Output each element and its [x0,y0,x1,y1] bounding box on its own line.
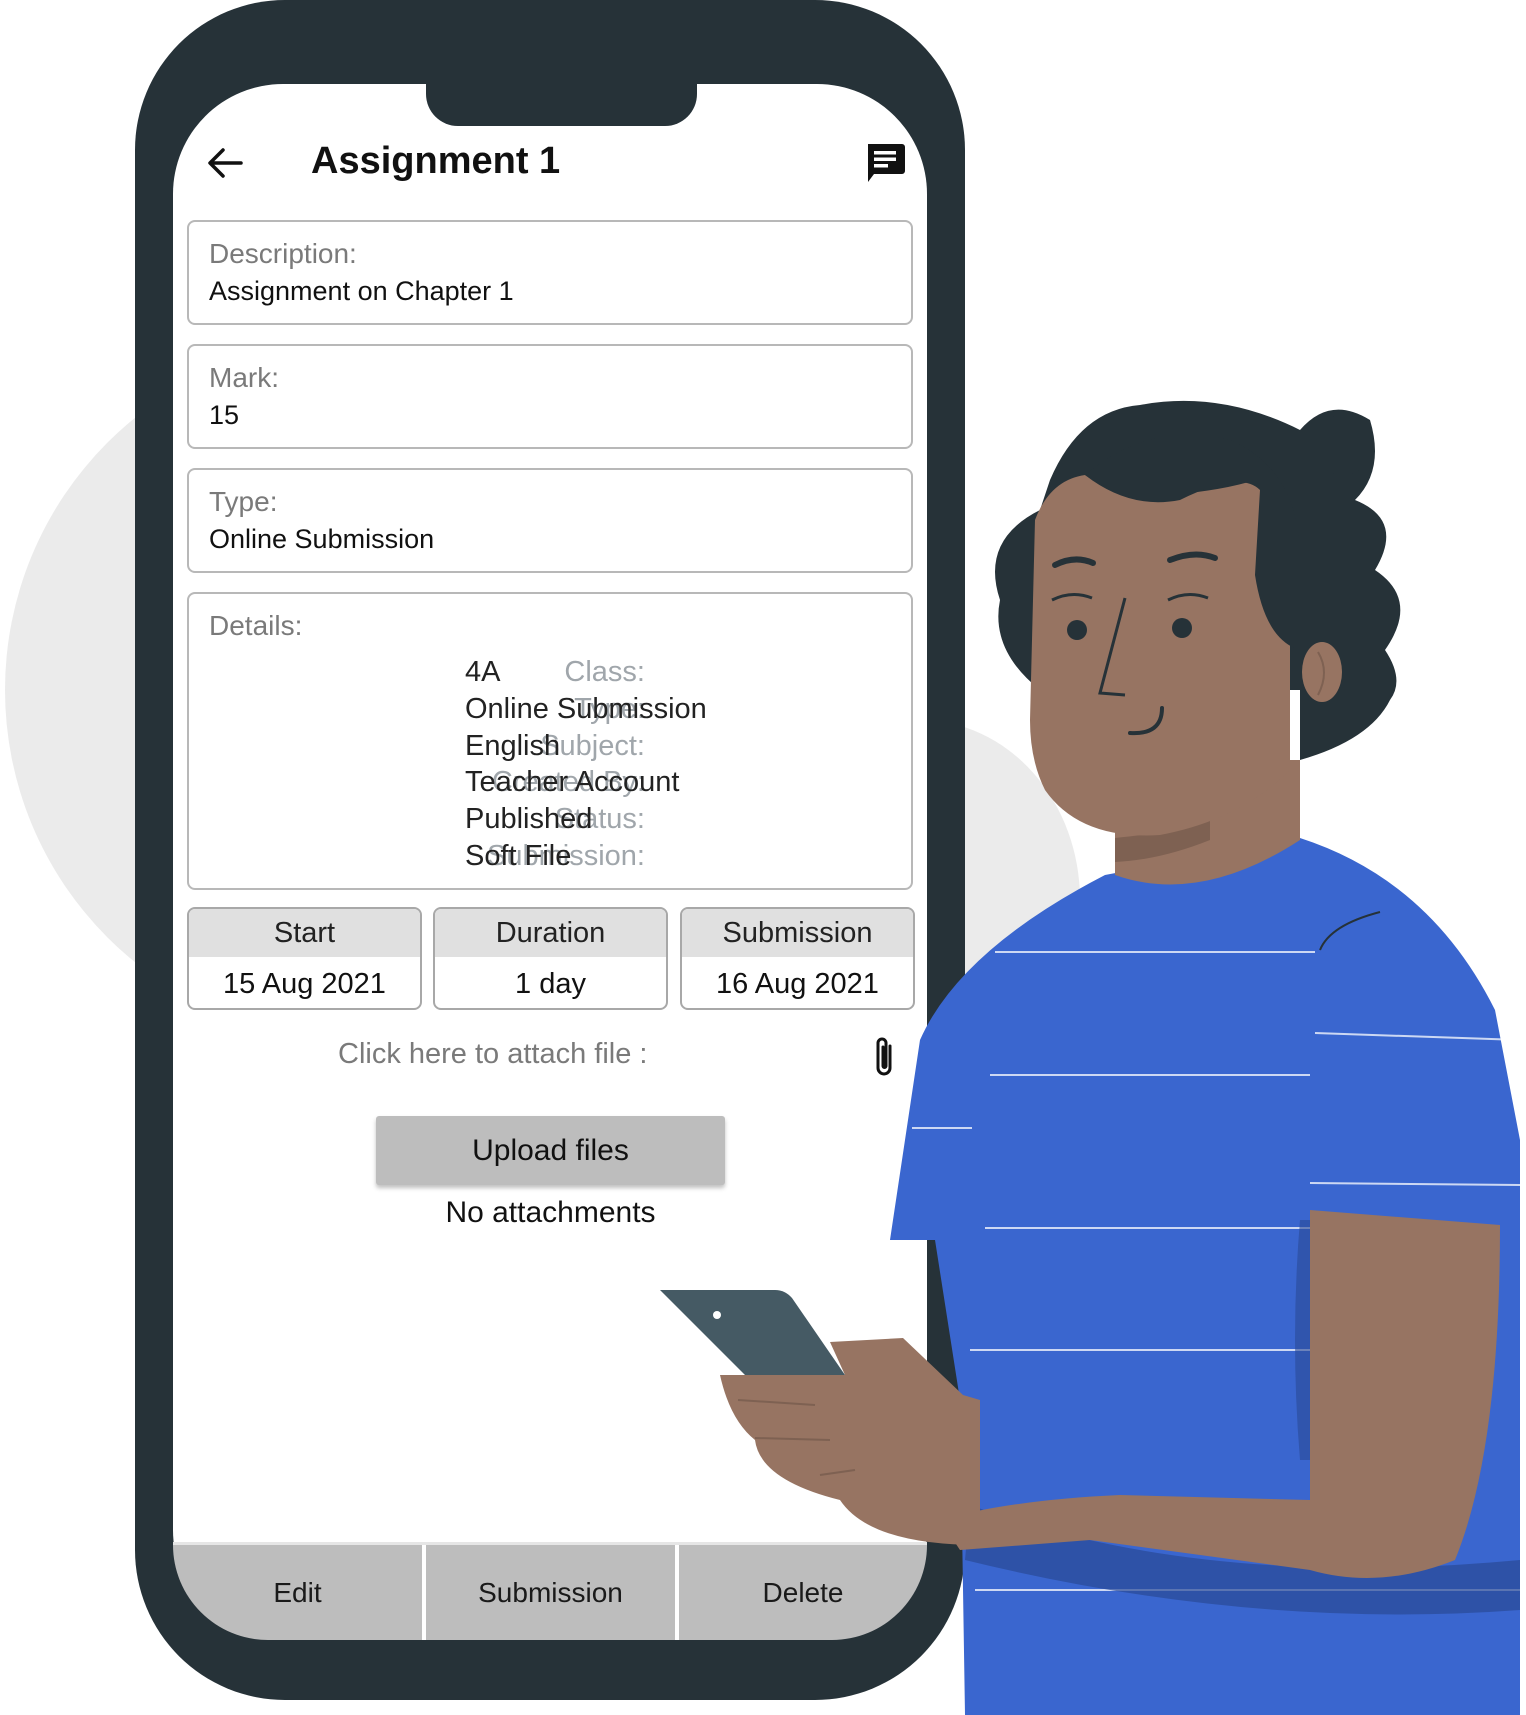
held-phone [660,1290,845,1375]
face [1030,475,1290,836]
person-illustration [660,400,1521,1715]
